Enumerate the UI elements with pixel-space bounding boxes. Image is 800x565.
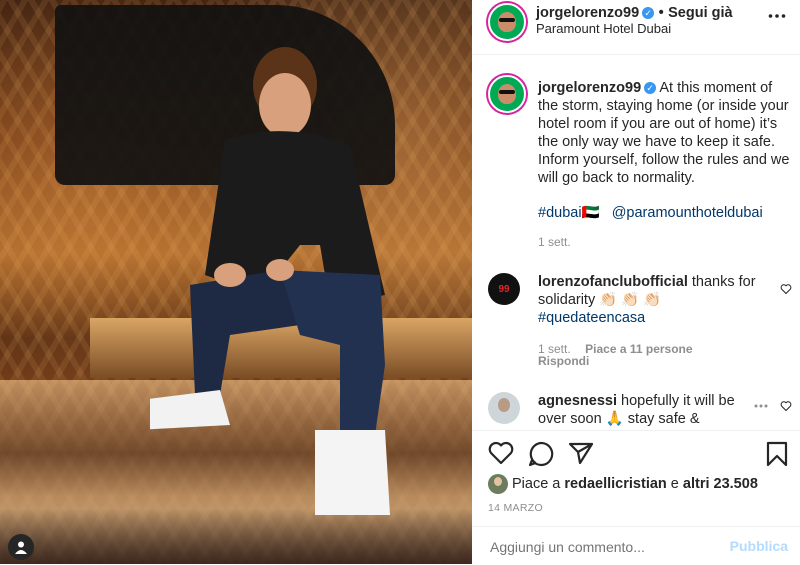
comment-bubble-icon[interactable] bbox=[528, 441, 554, 467]
caption-mention[interactable]: @paramounthoteldubai bbox=[612, 205, 763, 221]
caption-avatar[interactable] bbox=[488, 75, 526, 113]
likes-conj: e bbox=[670, 476, 679, 492]
verified-badge-icon: ✓ bbox=[642, 7, 655, 19]
post-date[interactable]: 14 MARZO bbox=[488, 502, 543, 514]
author-avatar[interactable] bbox=[488, 3, 526, 41]
add-comment-bar: Pubblica bbox=[472, 526, 800, 565]
follow-status-button[interactable]: Segui già bbox=[668, 5, 732, 21]
caption-hashtag[interactable]: #dubai🇦🇪 bbox=[538, 205, 600, 221]
comment-username[interactable]: lorenzofanclubofficial bbox=[538, 274, 688, 290]
action-bar bbox=[472, 430, 800, 475]
comment-more-icon[interactable] bbox=[754, 404, 768, 408]
caption: jorgelorenzo99 ✓ At this moment of the st… bbox=[538, 79, 794, 187]
likes-user[interactable]: redaellicristian bbox=[564, 476, 666, 492]
reply-button[interactable]: Rispondi bbox=[538, 354, 589, 368]
comment-body: agnesnessi hopefully it will be over soo… bbox=[538, 392, 750, 428]
comment-like-icon[interactable] bbox=[780, 400, 792, 412]
liker-avatar[interactable] bbox=[488, 474, 508, 494]
more-options-icon[interactable] bbox=[768, 13, 786, 19]
verified-badge-icon: ✓ bbox=[644, 82, 657, 94]
likes-others[interactable]: altri 23.508 bbox=[683, 476, 758, 492]
like-heart-icon[interactable] bbox=[488, 441, 514, 465]
post-photo[interactable] bbox=[0, 0, 472, 564]
publish-button[interactable]: Pubblica bbox=[730, 538, 788, 554]
comment-body: lorenzofanclubofficial thanks for solida… bbox=[538, 273, 774, 327]
header-separator: • bbox=[658, 5, 664, 21]
share-send-icon[interactable] bbox=[568, 441, 594, 465]
post-details-panel: jorgelorenzo99 ✓ • Segui già Paramount Ho… bbox=[472, 0, 800, 564]
post-header: jorgelorenzo99 ✓ • Segui già Paramount Ho… bbox=[472, 0, 800, 55]
comment-likes[interactable]: Piace a 11 persone bbox=[585, 342, 692, 356]
comment-avatar[interactable] bbox=[488, 392, 520, 424]
caption-time[interactable]: 1 sett. bbox=[538, 235, 571, 249]
caption-tags: #dubai🇦🇪 @paramounthoteldubai bbox=[538, 204, 763, 222]
comment-like-icon[interactable] bbox=[780, 283, 792, 295]
comment-avatar[interactable]: 99 bbox=[488, 273, 520, 305]
tagged-user-icon[interactable] bbox=[8, 534, 34, 560]
caption-username[interactable]: jorgelorenzo99 bbox=[538, 80, 641, 96]
comment-hashtag[interactable]: #quedateencasa bbox=[538, 310, 645, 326]
likes-line: Piace a redaellicristian e altri 23.508 bbox=[512, 475, 758, 493]
location-link[interactable]: Paramount Hotel Dubai bbox=[536, 20, 671, 38]
svg-text:99: 99 bbox=[498, 284, 510, 295]
header-username[interactable]: jorgelorenzo99 bbox=[536, 5, 639, 21]
save-bookmark-icon[interactable] bbox=[766, 441, 788, 467]
likes-prefix: Piace a bbox=[512, 476, 561, 492]
photo-person bbox=[150, 47, 390, 515]
comment-input[interactable] bbox=[488, 535, 712, 559]
comment-username[interactable]: agnesnessi bbox=[538, 393, 617, 409]
